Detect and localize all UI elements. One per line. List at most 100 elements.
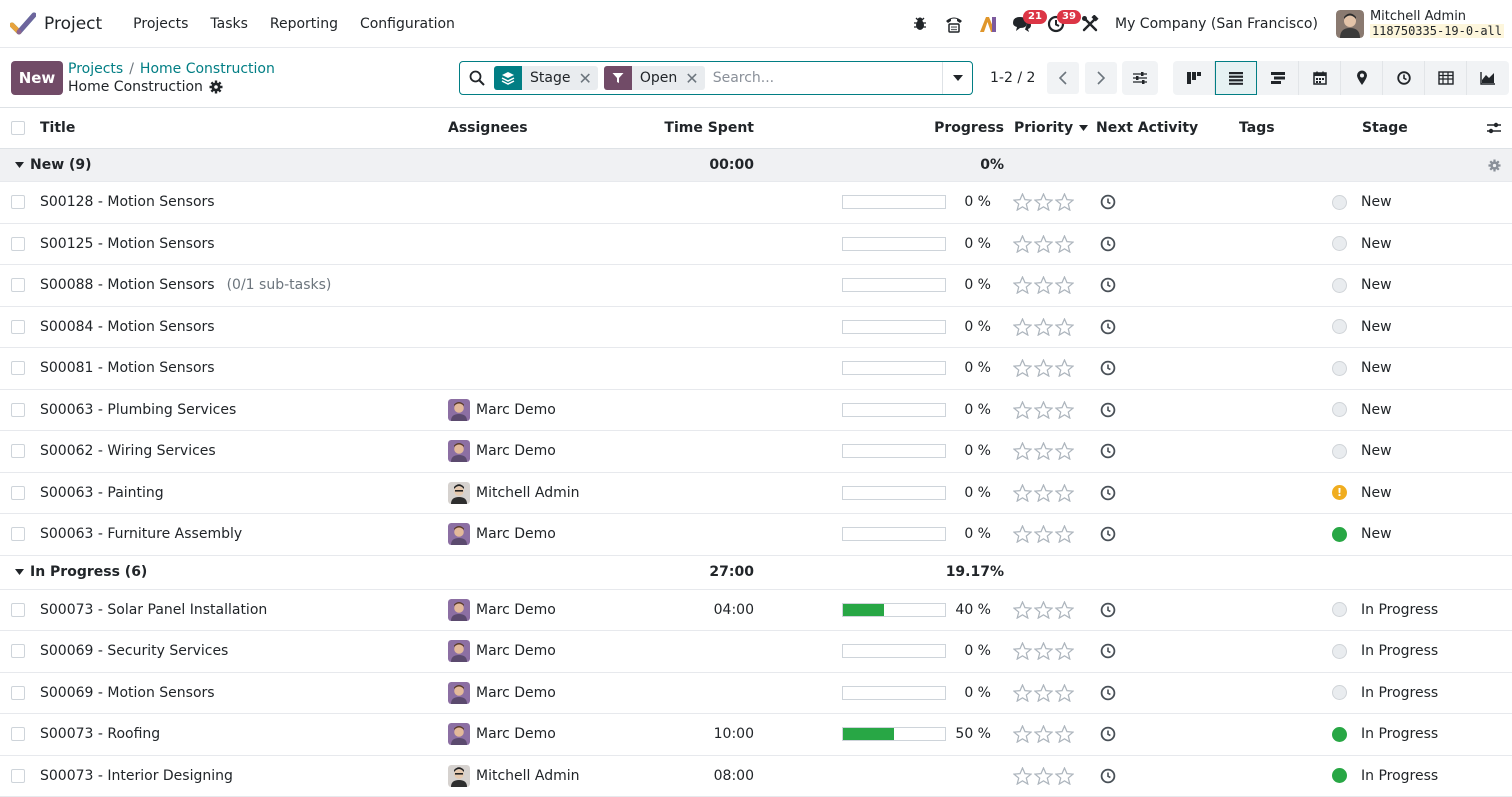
- task-state[interactable]: [1332, 182, 1347, 223]
- table-row[interactable]: S00063 - PaintingMitchell Admin0 %!New: [0, 473, 1512, 515]
- priority-stars[interactable]: [1013, 631, 1074, 672]
- task-title[interactable]: S00081 - Motion Sensors: [40, 348, 215, 389]
- kanban-state-normal-icon[interactable]: [1332, 278, 1347, 293]
- task-state[interactable]: [1332, 673, 1347, 714]
- view-activity-button[interactable]: [1383, 61, 1425, 95]
- debug-bug-icon[interactable]: [905, 8, 935, 40]
- star-icon[interactable]: [1034, 235, 1053, 253]
- star-icon[interactable]: [1034, 276, 1053, 294]
- view-kanban-button[interactable]: [1173, 61, 1215, 95]
- table-row[interactable]: S00063 - Furniture AssemblyMarc Demo0 %N…: [0, 514, 1512, 556]
- next-activity[interactable]: [1100, 590, 1116, 631]
- table-row[interactable]: S00125 - Motion Sensors0 %New: [0, 224, 1512, 266]
- priority-stars[interactable]: [1013, 182, 1074, 223]
- next-activity[interactable]: [1100, 514, 1116, 555]
- search-options-toggle[interactable]: [942, 62, 972, 94]
- row-checkbox[interactable]: [11, 527, 25, 541]
- kanban-state-normal-icon[interactable]: [1332, 644, 1347, 659]
- kanban-state-warning-icon[interactable]: !: [1332, 485, 1347, 500]
- col-priority[interactable]: Priority: [1014, 108, 1088, 148]
- star-icon[interactable]: [1013, 767, 1032, 785]
- priority-stars[interactable]: [1013, 673, 1074, 714]
- task-title[interactable]: S00088 - Motion Sensors(0/1 sub-tasks): [40, 265, 331, 306]
- select-all-checkbox[interactable]: [11, 121, 25, 135]
- phone-icon[interactable]: [939, 8, 969, 40]
- activity-clock-icon[interactable]: [1100, 643, 1116, 659]
- breadcrumb-projects[interactable]: Projects: [68, 61, 123, 77]
- menu-projects[interactable]: Projects: [122, 16, 199, 32]
- activity-clock-icon[interactable]: [1100, 194, 1116, 210]
- star-icon[interactable]: [1055, 235, 1074, 253]
- task-title[interactable]: S00084 - Motion Sensors: [40, 307, 215, 348]
- star-icon[interactable]: [1013, 684, 1032, 702]
- star-icon[interactable]: [1034, 359, 1053, 377]
- table-row[interactable]: S00069 - Motion SensorsMarc Demo0 %In Pr…: [0, 673, 1512, 715]
- row-checkbox[interactable]: [11, 403, 25, 417]
- star-icon[interactable]: [1055, 359, 1074, 377]
- group-row[interactable]: In Progress (6)27:0019.17%: [0, 556, 1512, 590]
- star-icon[interactable]: [1034, 193, 1053, 211]
- task-state[interactable]: [1332, 224, 1347, 265]
- star-icon[interactable]: [1034, 642, 1053, 660]
- ai-icon[interactable]: [973, 8, 1003, 40]
- row-checkbox[interactable]: [11, 644, 25, 658]
- task-assignee[interactable]: Mitchell Admin: [448, 756, 580, 797]
- next-activity[interactable]: [1100, 348, 1116, 389]
- star-icon[interactable]: [1013, 442, 1032, 460]
- star-icon[interactable]: [1013, 193, 1032, 211]
- row-checkbox[interactable]: [11, 603, 25, 617]
- view-calendar-button[interactable]: [1299, 61, 1341, 95]
- star-icon[interactable]: [1034, 525, 1053, 543]
- col-time-spent[interactable]: Time Spent: [640, 108, 754, 148]
- table-row[interactable]: S00084 - Motion Sensors0 %New: [0, 307, 1512, 349]
- activity-clock-icon[interactable]: [1100, 319, 1116, 335]
- star-icon[interactable]: [1013, 276, 1032, 294]
- activity-clock-icon[interactable]: [1100, 402, 1116, 418]
- table-row[interactable]: S00069 - Security ServicesMarc Demo0 %In…: [0, 631, 1512, 673]
- next-activity[interactable]: [1100, 473, 1116, 514]
- star-icon[interactable]: [1013, 725, 1032, 743]
- star-icon[interactable]: [1055, 276, 1074, 294]
- task-title[interactable]: S00069 - Motion Sensors: [40, 673, 215, 714]
- task-state[interactable]: [1332, 265, 1347, 306]
- kanban-state-normal-icon[interactable]: [1332, 319, 1347, 334]
- kanban-state-done-icon[interactable]: [1332, 768, 1347, 783]
- priority-stars[interactable]: [1013, 431, 1074, 472]
- star-icon[interactable]: [1013, 235, 1032, 253]
- kanban-state-normal-icon[interactable]: [1332, 402, 1347, 417]
- task-assignee[interactable]: Marc Demo: [448, 714, 556, 755]
- star-icon[interactable]: [1055, 601, 1074, 619]
- priority-stars[interactable]: [1013, 348, 1074, 389]
- star-icon[interactable]: [1034, 725, 1053, 743]
- activity-clock-icon[interactable]: [1100, 726, 1116, 742]
- breadcrumb-home-construction[interactable]: Home Construction: [140, 61, 275, 77]
- star-icon[interactable]: [1013, 484, 1032, 502]
- app-brand[interactable]: Project: [10, 11, 122, 37]
- col-progress[interactable]: Progress: [930, 108, 1004, 148]
- row-checkbox[interactable]: [11, 195, 25, 209]
- pager-next-button[interactable]: [1085, 62, 1117, 94]
- star-icon[interactable]: [1034, 484, 1053, 502]
- task-assignee[interactable]: Marc Demo: [448, 590, 556, 631]
- menu-reporting[interactable]: Reporting: [259, 16, 349, 32]
- star-icon[interactable]: [1013, 642, 1032, 660]
- priority-stars[interactable]: [1013, 265, 1074, 306]
- star-icon[interactable]: [1055, 684, 1074, 702]
- task-state[interactable]: [1332, 307, 1347, 348]
- next-activity[interactable]: [1100, 714, 1116, 755]
- star-icon[interactable]: [1055, 442, 1074, 460]
- activity-clock-icon[interactable]: [1100, 277, 1116, 293]
- task-assignee[interactable]: Marc Demo: [448, 390, 556, 431]
- activity-clock-icon[interactable]: [1100, 602, 1116, 618]
- activity-clock-icon[interactable]: 39: [1041, 8, 1071, 40]
- task-assignee[interactable]: Marc Demo: [448, 514, 556, 555]
- star-icon[interactable]: [1013, 525, 1032, 543]
- table-row[interactable]: S00063 - Plumbing ServicesMarc Demo0 %Ne…: [0, 390, 1512, 432]
- row-checkbox[interactable]: [11, 278, 25, 292]
- user-menu[interactable]: Mitchell Admin 118750335-19-0-all: [1336, 10, 1504, 38]
- table-row[interactable]: S00062 - Wiring ServicesMarc Demo0 %New: [0, 431, 1512, 473]
- task-assignee[interactable]: Mitchell Admin: [448, 473, 580, 514]
- kanban-state-done-icon[interactable]: [1332, 527, 1347, 542]
- star-icon[interactable]: [1055, 725, 1074, 743]
- star-icon[interactable]: [1013, 601, 1032, 619]
